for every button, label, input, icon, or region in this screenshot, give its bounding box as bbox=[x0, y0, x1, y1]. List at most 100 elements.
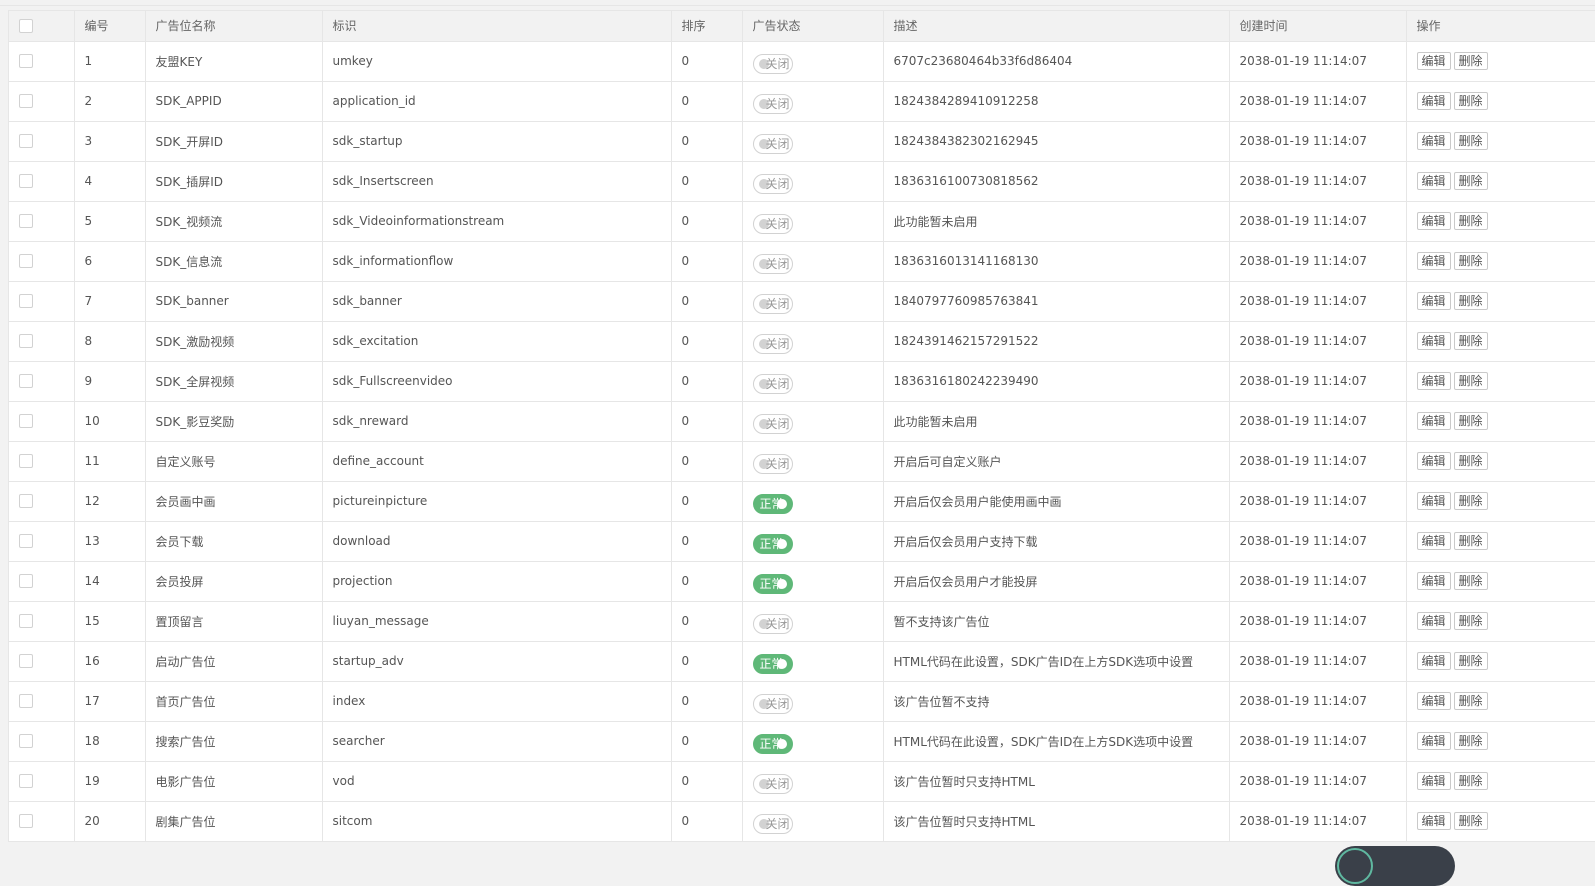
status-toggle[interactable]: 关闭 bbox=[752, 134, 793, 154]
delete-button[interactable]: 删除 bbox=[1453, 452, 1488, 470]
row-checkbox[interactable] bbox=[19, 334, 33, 349]
edit-button[interactable]: 编辑 bbox=[1416, 612, 1451, 630]
delete-button[interactable]: 删除 bbox=[1453, 772, 1488, 790]
delete-button[interactable]: 删除 bbox=[1453, 412, 1488, 430]
row-checkbox[interactable] bbox=[19, 214, 33, 229]
edit-button[interactable]: 编辑 bbox=[1416, 92, 1451, 110]
cell-actions: 编辑 删除 bbox=[1406, 321, 1595, 362]
status-toggle[interactable]: 正常 bbox=[752, 654, 793, 674]
edit-button[interactable]: 编辑 bbox=[1416, 652, 1451, 670]
edit-button[interactable]: 编辑 bbox=[1416, 212, 1451, 230]
delete-button[interactable]: 删除 bbox=[1453, 532, 1488, 550]
status-toggle[interactable]: 关闭 bbox=[752, 174, 793, 194]
cell-status: 关闭 bbox=[742, 161, 884, 202]
row-checkbox[interactable] bbox=[19, 774, 33, 789]
delete-button[interactable]: 删除 bbox=[1453, 572, 1488, 590]
row-checkbox[interactable] bbox=[19, 294, 33, 309]
row-checkbox[interactable] bbox=[19, 254, 33, 269]
edit-button[interactable]: 编辑 bbox=[1416, 52, 1451, 70]
row-checkbox[interactable] bbox=[19, 454, 33, 469]
edit-button[interactable]: 编辑 bbox=[1416, 372, 1451, 390]
row-checkbox[interactable] bbox=[19, 574, 33, 589]
status-toggle[interactable]: 关闭 bbox=[752, 254, 793, 274]
row-select-cell bbox=[9, 361, 75, 402]
delete-button[interactable]: 删除 bbox=[1453, 52, 1488, 70]
delete-button[interactable]: 删除 bbox=[1453, 372, 1488, 390]
delete-button[interactable]: 删除 bbox=[1453, 652, 1488, 670]
row-checkbox[interactable] bbox=[19, 814, 33, 829]
edit-button[interactable]: 编辑 bbox=[1416, 532, 1451, 550]
status-toggle[interactable]: 关闭 bbox=[752, 814, 793, 834]
delete-button[interactable]: 删除 bbox=[1453, 292, 1488, 310]
edit-button[interactable]: 编辑 bbox=[1416, 292, 1451, 310]
status-label: 正常 bbox=[759, 577, 784, 591]
row-checkbox[interactable] bbox=[19, 734, 33, 749]
row-select-cell bbox=[9, 801, 75, 842]
delete-button[interactable]: 删除 bbox=[1453, 492, 1488, 510]
cell-created: 2038-01-19 11:14:07 bbox=[1229, 761, 1407, 802]
status-toggle[interactable]: 关闭 bbox=[752, 214, 793, 234]
status-toggle[interactable]: 关闭 bbox=[752, 614, 793, 634]
row-checkbox[interactable] bbox=[19, 414, 33, 429]
status-toggle[interactable]: 正常 bbox=[752, 574, 793, 594]
delete-button[interactable]: 删除 bbox=[1453, 252, 1488, 270]
row-checkbox[interactable] bbox=[19, 614, 33, 629]
status-toggle[interactable]: 关闭 bbox=[752, 54, 793, 74]
select-all-checkbox[interactable] bbox=[19, 19, 33, 33]
edit-button[interactable]: 编辑 bbox=[1416, 452, 1451, 470]
edit-button[interactable]: 编辑 bbox=[1416, 132, 1451, 150]
cell-id: 1 bbox=[74, 41, 146, 82]
status-toggle[interactable]: 关闭 bbox=[752, 334, 793, 354]
cell-sort: 0 bbox=[671, 161, 743, 202]
status-toggle[interactable]: 关闭 bbox=[752, 454, 793, 474]
row-checkbox[interactable] bbox=[19, 534, 33, 549]
status-toggle[interactable]: 正常 bbox=[752, 534, 793, 554]
edit-button[interactable]: 编辑 bbox=[1416, 732, 1451, 750]
edit-button[interactable]: 编辑 bbox=[1416, 692, 1451, 710]
status-toggle[interactable]: 关闭 bbox=[752, 774, 793, 794]
edit-button[interactable]: 编辑 bbox=[1416, 252, 1451, 270]
edit-button[interactable]: 编辑 bbox=[1416, 332, 1451, 350]
row-checkbox[interactable] bbox=[19, 374, 33, 389]
delete-button[interactable]: 删除 bbox=[1453, 732, 1488, 750]
status-toggle[interactable]: 关闭 bbox=[752, 374, 793, 394]
delete-button[interactable]: 删除 bbox=[1453, 132, 1488, 150]
delete-button[interactable]: 删除 bbox=[1453, 692, 1488, 710]
cell-actions: 编辑 删除 bbox=[1406, 241, 1595, 282]
status-toggle[interactable]: 关闭 bbox=[752, 694, 793, 714]
edit-button[interactable]: 编辑 bbox=[1416, 772, 1451, 790]
status-toggle[interactable]: 正常 bbox=[752, 494, 793, 514]
delete-button[interactable]: 删除 bbox=[1453, 612, 1488, 630]
table-row: 18 搜索广告位 searcher 0 正常 HTML代码在此设置，SDK广告ID在上方S… bbox=[9, 721, 1595, 762]
delete-button[interactable]: 删除 bbox=[1453, 812, 1488, 830]
edit-button[interactable]: 编辑 bbox=[1416, 812, 1451, 830]
status-toggle[interactable]: 正常 bbox=[752, 734, 793, 754]
status-toggle[interactable]: 关闭 bbox=[752, 294, 793, 314]
edit-button[interactable]: 编辑 bbox=[1416, 172, 1451, 190]
delete-button[interactable]: 删除 bbox=[1453, 172, 1488, 190]
edit-button[interactable]: 编辑 bbox=[1416, 572, 1451, 590]
row-checkbox[interactable] bbox=[19, 694, 33, 709]
row-checkbox[interactable] bbox=[19, 174, 33, 189]
cell-name: SDK_插屏ID bbox=[145, 161, 323, 202]
delete-button[interactable]: 删除 bbox=[1453, 212, 1488, 230]
cell-sort: 0 bbox=[671, 201, 743, 242]
cell-created: 2038-01-19 11:14:07 bbox=[1229, 121, 1407, 162]
cell-name: 置顶留言 bbox=[145, 601, 323, 642]
cell-sort: 0 bbox=[671, 401, 743, 442]
row-checkbox[interactable] bbox=[19, 654, 33, 669]
row-checkbox[interactable] bbox=[19, 134, 33, 149]
row-checkbox[interactable] bbox=[19, 54, 33, 69]
status-toggle[interactable]: 关闭 bbox=[752, 414, 793, 434]
delete-button[interactable]: 删除 bbox=[1453, 92, 1488, 110]
delete-button[interactable]: 删除 bbox=[1453, 332, 1488, 350]
floating-widget[interactable] bbox=[1335, 846, 1455, 886]
row-checkbox[interactable] bbox=[19, 494, 33, 509]
cell-status: 正常 bbox=[742, 561, 884, 602]
table-row: 6 SDK_信息流 sdk_informationflow 0 关闭 1836316013… bbox=[9, 241, 1595, 282]
row-select-cell bbox=[9, 321, 75, 362]
status-toggle[interactable]: 关闭 bbox=[752, 94, 793, 114]
row-checkbox[interactable] bbox=[19, 94, 33, 109]
edit-button[interactable]: 编辑 bbox=[1416, 412, 1451, 430]
edit-button[interactable]: 编辑 bbox=[1416, 492, 1451, 510]
